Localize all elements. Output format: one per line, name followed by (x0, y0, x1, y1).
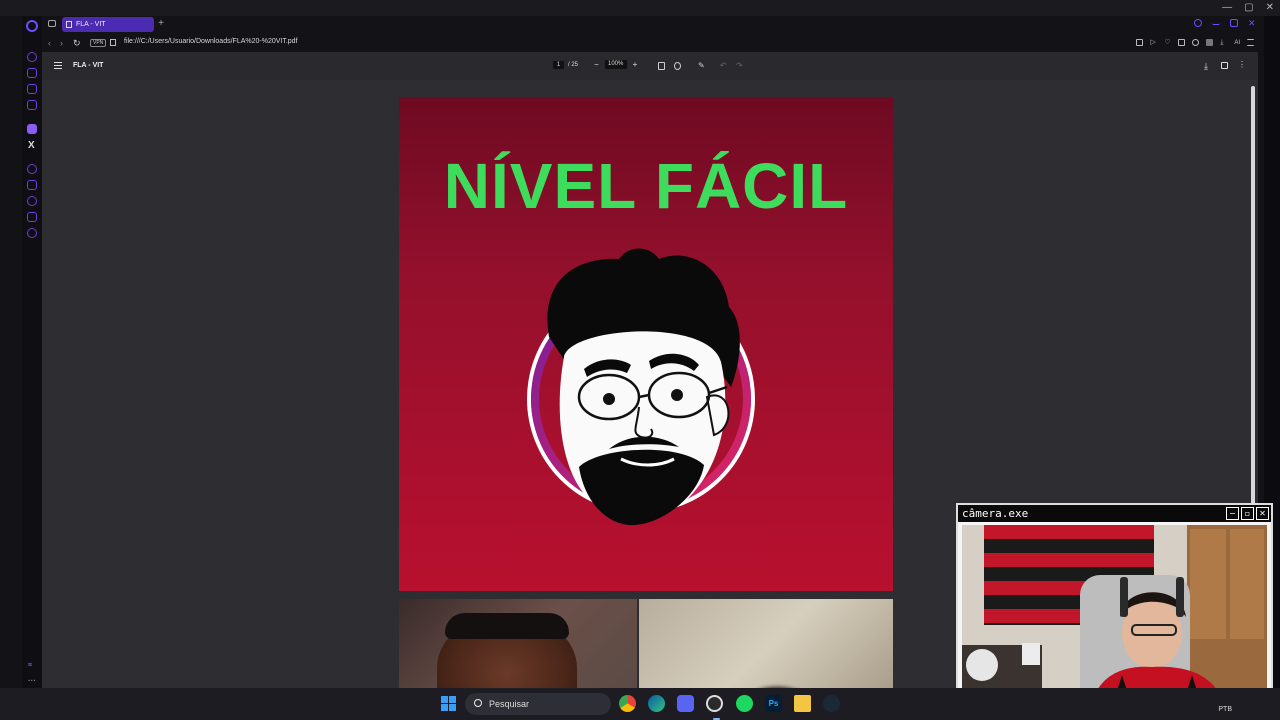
screen: — ▢ ✕ X ⌗ ··· FLA - VIT + ✕ ‹ › ↻ VPN fi… (0, 0, 1280, 720)
page-total: / 25 (568, 62, 579, 68)
camera-title: câmera.exe (958, 505, 1271, 522)
messenger-icon[interactable] (27, 84, 37, 94)
pdf-download-icon[interactable]: ⤓ (1204, 62, 1211, 71)
player-icon[interactable] (27, 164, 37, 174)
close-icon[interactable]: ✕ (1266, 2, 1274, 13)
language-indicator[interactable]: PTB (1218, 706, 1232, 713)
windows-taskbar: Pesquisar Ps PTB (0, 688, 1280, 720)
camera-close-button[interactable]: ✕ (1256, 507, 1269, 520)
url-field[interactable]: file:///C:/Users/Usuario/Downloads/FLA%2… (124, 38, 298, 45)
new-tab-button[interactable]: + (156, 19, 166, 29)
current-page-input[interactable]: 1 (553, 61, 564, 69)
search-icon (474, 699, 482, 707)
minimize-window-icon[interactable] (1212, 19, 1220, 25)
pinboard-icon[interactable] (27, 212, 37, 222)
taskbar-search[interactable]: Pesquisar (465, 693, 611, 715)
fit-page-icon[interactable] (658, 62, 665, 70)
edge-icon[interactable] (648, 695, 665, 712)
forward-icon[interactable]: › (60, 38, 63, 48)
settings-icon[interactable] (27, 228, 37, 238)
tab-label: FLA - VIT (76, 21, 106, 28)
pdf-page-2 (399, 599, 893, 688)
pdf-menu-icon[interactable] (54, 62, 62, 70)
pdf-tab-icon (66, 21, 72, 28)
avatar-icon[interactable] (1206, 39, 1214, 46)
extensions-icon[interactable]: ⌗ (28, 662, 32, 670)
system-tray: PTB (1218, 706, 1232, 713)
vpn-badge[interactable]: VPN (90, 39, 107, 47)
undo-icon[interactable]: ↶ (720, 62, 727, 70)
rotate-icon[interactable] (674, 62, 681, 70)
caricature-avatar-image (509, 237, 789, 537)
obs-icon[interactable] (706, 695, 723, 720)
pdf-title: FLA - VIT (73, 62, 104, 69)
wallet-icon[interactable] (27, 180, 37, 190)
minimize-icon[interactable]: — (1222, 2, 1232, 13)
window-title-strip: — ▢ ✕ (0, 0, 1280, 16)
more-icon[interactable]: ··· (28, 676, 36, 685)
start-button[interactable] (441, 696, 456, 711)
print-icon[interactable] (1221, 62, 1228, 69)
photoshop-icon[interactable]: Ps (765, 695, 782, 712)
search-tabs-icon[interactable] (1194, 19, 1202, 27)
discord-icon[interactable] (677, 695, 694, 712)
zoom-controls: − 100% + (594, 60, 637, 69)
camera-maximize-button[interactable]: ▫ (1241, 507, 1254, 520)
tab-bar: FLA - VIT + ✕ (42, 16, 1264, 34)
play-icon[interactable]: ▷ (1150, 39, 1157, 46)
steam-icon[interactable] (823, 695, 840, 712)
more-options-icon[interactable]: ⋮ (1238, 61, 1246, 69)
maximize-icon[interactable]: ▢ (1244, 2, 1253, 13)
download-icon[interactable]: ⤓ (1220, 39, 1227, 46)
opera-logo-icon[interactable] (26, 20, 38, 32)
cube-icon[interactable] (1192, 39, 1200, 46)
tab-fla-vit[interactable]: FLA - VIT (62, 17, 154, 32)
player-photo-right (639, 599, 893, 688)
easy-setup-icon[interactable] (1247, 39, 1254, 46)
file-icon (110, 39, 116, 46)
annotate-icon[interactable]: ✎ (698, 62, 705, 70)
snapshot-icon[interactable] (1136, 39, 1144, 46)
player-photo-left (399, 599, 637, 688)
whatsapp-icon[interactable] (27, 100, 37, 110)
spotify-icon[interactable] (736, 695, 753, 712)
zoom-in-button[interactable]: + (633, 60, 638, 69)
aria-icon[interactable] (27, 52, 37, 62)
x-twitter-icon[interactable]: X (28, 140, 35, 151)
camera-minimize-button[interactable]: − (1226, 507, 1239, 520)
restore-window-icon[interactable] (1230, 19, 1238, 27)
page-navigator: 1 / 25 (553, 61, 578, 69)
menu-icon[interactable] (1178, 39, 1186, 46)
camera-window[interactable]: câmera.exe − ▫ ✕ (956, 503, 1273, 710)
back-icon[interactable]: ‹ (48, 38, 51, 48)
reload-icon[interactable]: ↻ (73, 38, 81, 49)
ai-button[interactable]: AI (1234, 40, 1240, 46)
close-window-icon[interactable]: ✕ (1248, 19, 1256, 28)
webcam-feed-image (962, 525, 1267, 707)
bag-icon[interactable] (27, 68, 37, 78)
zoom-input[interactable]: 100% (604, 60, 627, 69)
chrome-icon[interactable] (619, 695, 636, 712)
workspaces-icon[interactable] (48, 20, 56, 27)
zoom-out-button[interactable]: − (594, 60, 599, 69)
pdf-toolbar: FLA - VIT 1 / 25 − 100% + ✎ ↶ ↷ ⤓ ⋮ (42, 52, 1258, 80)
redo-icon[interactable]: ↷ (736, 62, 743, 70)
heart-icon[interactable]: ♡ (1164, 39, 1171, 46)
page-heading: NÍVEL FÁCIL (443, 150, 849, 222)
twitch-icon[interactable] (27, 124, 37, 134)
address-bar: ‹ › ↻ VPN file:///C:/Users/Usuario/Downl… (42, 34, 1264, 52)
pdf-page-1: NÍVEL FÁCIL (399, 97, 893, 591)
search-placeholder: Pesquisar (489, 699, 530, 709)
browser-sidebar: X ⌗ ··· (22, 16, 42, 688)
file-explorer-icon[interactable] (794, 695, 811, 712)
history-icon[interactable] (27, 196, 37, 206)
